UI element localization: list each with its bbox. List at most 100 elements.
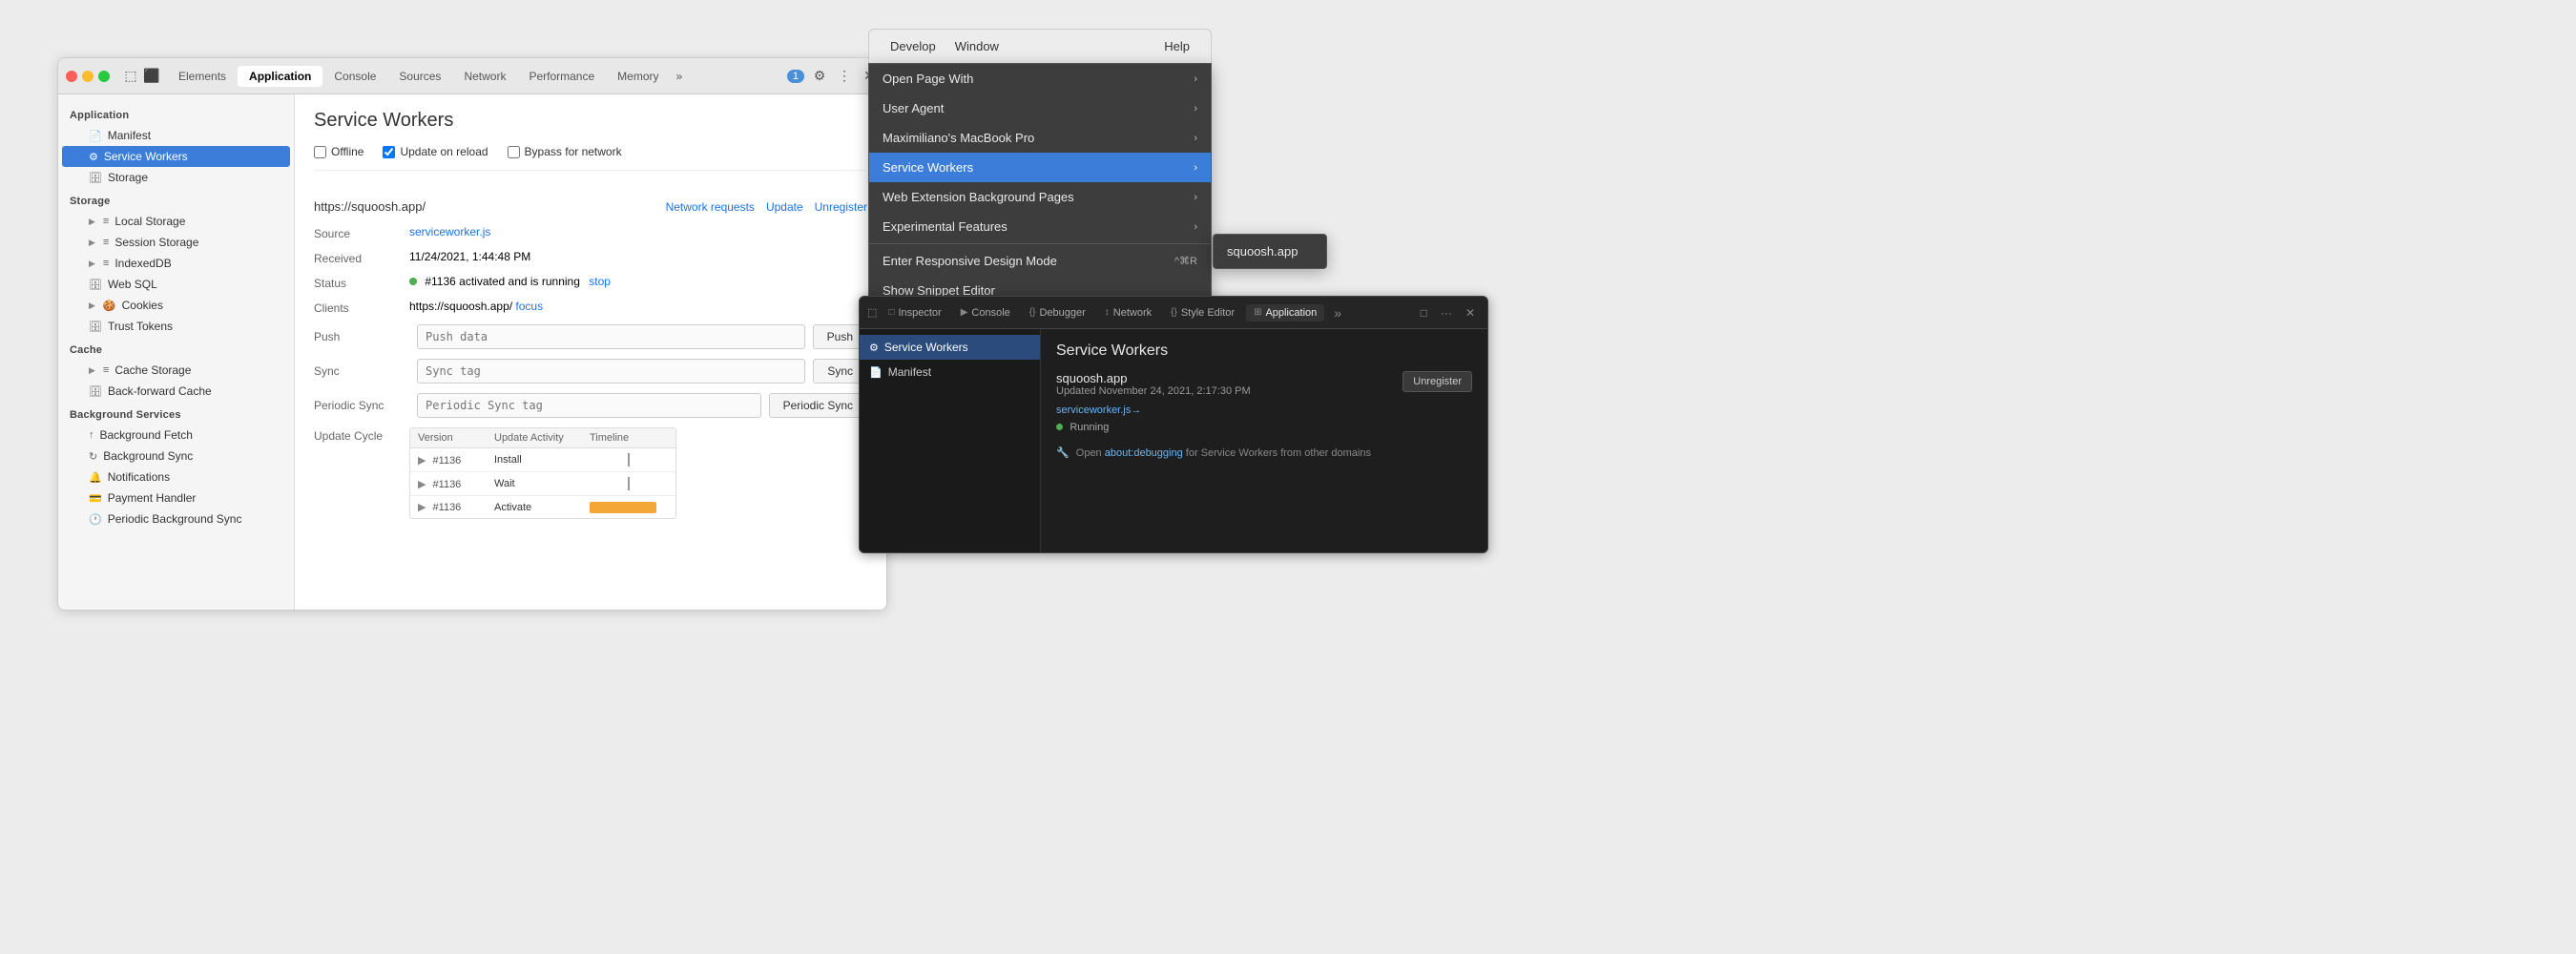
ff-tab-application[interactable]: ⊞ Application: [1246, 304, 1324, 321]
menu-overlay: Develop Window Help Open Page With › Use…: [868, 29, 1212, 306]
menu-item-responsive-design[interactable]: Enter Responsive Design Mode ^⌘R: [869, 246, 1211, 276]
uc-col-activity: Update Activity: [494, 432, 590, 444]
tab-bar: Elements Application Console Sources Net…: [167, 66, 778, 87]
bypass-for-network-checkbox[interactable]: [508, 146, 520, 158]
ff-network-icon: ↕: [1105, 307, 1110, 318]
manifest-icon: 📄: [89, 130, 102, 142]
sidebar-item-trust-tokens[interactable]: 🗄 Trust Tokens: [62, 316, 290, 337]
unregister-link[interactable]: Unregister: [815, 200, 867, 214]
uc-expand-1[interactable]: ▶: [418, 455, 426, 467]
ff-tab-console[interactable]: ▶ Console: [953, 304, 1018, 321]
sidebar-item-local-storage[interactable]: ▶ ≡ Local Storage: [62, 211, 290, 232]
session-storage-icon: ≡: [103, 237, 109, 248]
tab-memory[interactable]: Memory: [606, 66, 670, 87]
periodic-sync-input[interactable]: [417, 393, 761, 418]
tab-elements[interactable]: Elements: [167, 66, 238, 87]
sidebar-item-background-fetch[interactable]: ↑ Background Fetch: [62, 425, 290, 446]
tab-performance[interactable]: Performance: [517, 66, 606, 87]
menu-item-experimental[interactable]: Experimental Features ›: [869, 212, 1211, 241]
sidebar-item-cookies[interactable]: ▶ 🍪 Cookies: [62, 295, 290, 316]
bypass-for-network-checkbox-label[interactable]: Bypass for network: [508, 145, 622, 158]
offline-checkbox[interactable]: [314, 146, 326, 158]
source-file-link[interactable]: serviceworker.js: [409, 225, 490, 238]
update-on-reload-checkbox-label[interactable]: Update on reload: [383, 145, 488, 158]
menu-bar-develop[interactable]: Develop: [881, 35, 945, 57]
focus-link[interactable]: focus: [515, 300, 543, 313]
tab-more[interactable]: »: [671, 66, 689, 87]
ff-tab-more[interactable]: »: [1328, 302, 1347, 323]
sidebar-item-cache-storage[interactable]: ▶ ≡ Cache Storage: [62, 360, 290, 381]
menu-item-macbook[interactable]: Maximiliano's MacBook Pro ›: [869, 123, 1211, 153]
ff-debug-link[interactable]: about:debugging: [1105, 447, 1183, 459]
main-content: Service Workers Offline Update on reload…: [295, 94, 886, 610]
status-label: Status: [314, 275, 409, 290]
ff-sidebar-item-service-workers[interactable]: ⚙ Service Workers: [860, 335, 1040, 360]
arrow-open-page: ›: [1194, 73, 1197, 85]
sidebar-item-storage[interactable]: 🗄 Storage: [62, 167, 290, 188]
menu-item-service-workers[interactable]: Service Workers ›: [869, 153, 1211, 182]
ff-tab-style-editor[interactable]: {} Style Editor: [1163, 304, 1242, 321]
cache-storage-icon: ≡: [103, 364, 109, 376]
minimize-btn[interactable]: [82, 71, 93, 82]
tab-application[interactable]: Application: [238, 66, 322, 87]
close-btn[interactable]: [66, 71, 77, 82]
sidebar-item-payment-handler[interactable]: 💳 Payment Handler: [62, 487, 290, 508]
uc-version-3: ▶ #1136: [418, 501, 494, 513]
update-cycle-table: Version Update Activity Timeline ▶ #1136…: [409, 427, 676, 519]
toolbar-icons: 1 ⚙ ⋮ ✕: [783, 67, 879, 86]
ff-titlebar: ⬚ □ Inspector ▶ Console {} Debugger ↕ Ne…: [860, 297, 1487, 329]
sync-input[interactable]: [417, 359, 805, 384]
ff-file-link[interactable]: serviceworker.js→: [1056, 404, 1141, 416]
sidebar-item-websql[interactable]: 🗄 Web SQL: [62, 274, 290, 295]
sidebar-item-session-storage[interactable]: ▶ ≡ Session Storage: [62, 232, 290, 253]
source-value: serviceworker.js: [409, 225, 867, 238]
uc-row-install: ▶ #1136 Install: [410, 448, 675, 472]
tab-console[interactable]: Console: [322, 66, 387, 87]
tab-network[interactable]: Network: [452, 66, 517, 87]
ff-undock-icon[interactable]: □: [1416, 303, 1432, 322]
ff-more-icon[interactable]: ···: [1436, 303, 1457, 322]
ff-sidebar-item-manifest[interactable]: 📄 Manifest: [860, 360, 1040, 384]
menu-bar-help[interactable]: Help: [1154, 35, 1199, 57]
source-row: Source serviceworker.js: [314, 225, 867, 240]
uc-timeline-1: [590, 453, 668, 467]
submenu-item-squoosh[interactable]: squoosh.app: [1214, 238, 1326, 264]
sidebar-item-back-forward-cache[interactable]: 🗄 Back-forward Cache: [62, 381, 290, 402]
uc-expand-2[interactable]: ▶: [418, 479, 426, 490]
inspect-icon[interactable]: ⬚: [121, 67, 140, 86]
dock-icon[interactable]: ⬛: [142, 67, 161, 86]
ff-unregister-button[interactable]: Unregister: [1402, 371, 1472, 392]
uc-expand-3[interactable]: ▶: [418, 502, 426, 513]
menu-item-open-page-with[interactable]: Open Page With ›: [869, 64, 1211, 93]
sidebar-item-notifications[interactable]: 🔔 Notifications: [62, 467, 290, 487]
sidebar-item-service-workers[interactable]: ⚙ Service Workers: [62, 146, 290, 167]
ff-tab-debugger[interactable]: {} Debugger: [1022, 304, 1093, 321]
arrow-macbook: ›: [1194, 133, 1197, 144]
sidebar-section-bg-services: Background Services: [58, 402, 294, 425]
ff-section-title: Service Workers: [1056, 342, 1472, 360]
maximize-btn[interactable]: [98, 71, 110, 82]
network-requests-link[interactable]: Network requests: [666, 200, 755, 214]
tab-sources[interactable]: Sources: [387, 66, 452, 87]
ff-tab-network[interactable]: ↕ Network: [1097, 304, 1159, 321]
update-link[interactable]: Update: [766, 200, 803, 214]
menu-item-user-agent[interactable]: User Agent ›: [869, 93, 1211, 123]
sidebar-item-periodic-bg-sync[interactable]: 🕐 Periodic Background Sync: [62, 508, 290, 529]
menu-item-web-ext-bg[interactable]: Web Extension Background Pages ›: [869, 182, 1211, 212]
menu-bar-window[interactable]: Window: [945, 35, 1008, 57]
offline-checkbox-label[interactable]: Offline: [314, 145, 364, 158]
ff-close-icon[interactable]: ✕: [1461, 303, 1480, 322]
sidebar-item-background-sync[interactable]: ↻ Background Sync: [62, 446, 290, 467]
sidebar-item-indexeddb[interactable]: ▶ ≡ IndexedDB: [62, 253, 290, 274]
update-on-reload-checkbox[interactable]: [383, 146, 395, 158]
sidebar-item-manifest[interactable]: 📄 Manifest: [62, 125, 290, 146]
settings-icon[interactable]: ⚙: [810, 67, 829, 86]
traffic-lights: [66, 71, 110, 82]
received-row: Received 11/24/2021, 1:44:48 PM: [314, 250, 867, 265]
ff-tab-inspector[interactable]: □ Inspector: [881, 304, 948, 321]
more-icon[interactable]: ⋮: [835, 67, 854, 86]
push-input[interactable]: [417, 324, 805, 349]
stop-link[interactable]: stop: [589, 275, 611, 288]
cookies-icon: 🍪: [103, 300, 116, 312]
periodic-sync-button[interactable]: Periodic Sync: [769, 393, 867, 418]
